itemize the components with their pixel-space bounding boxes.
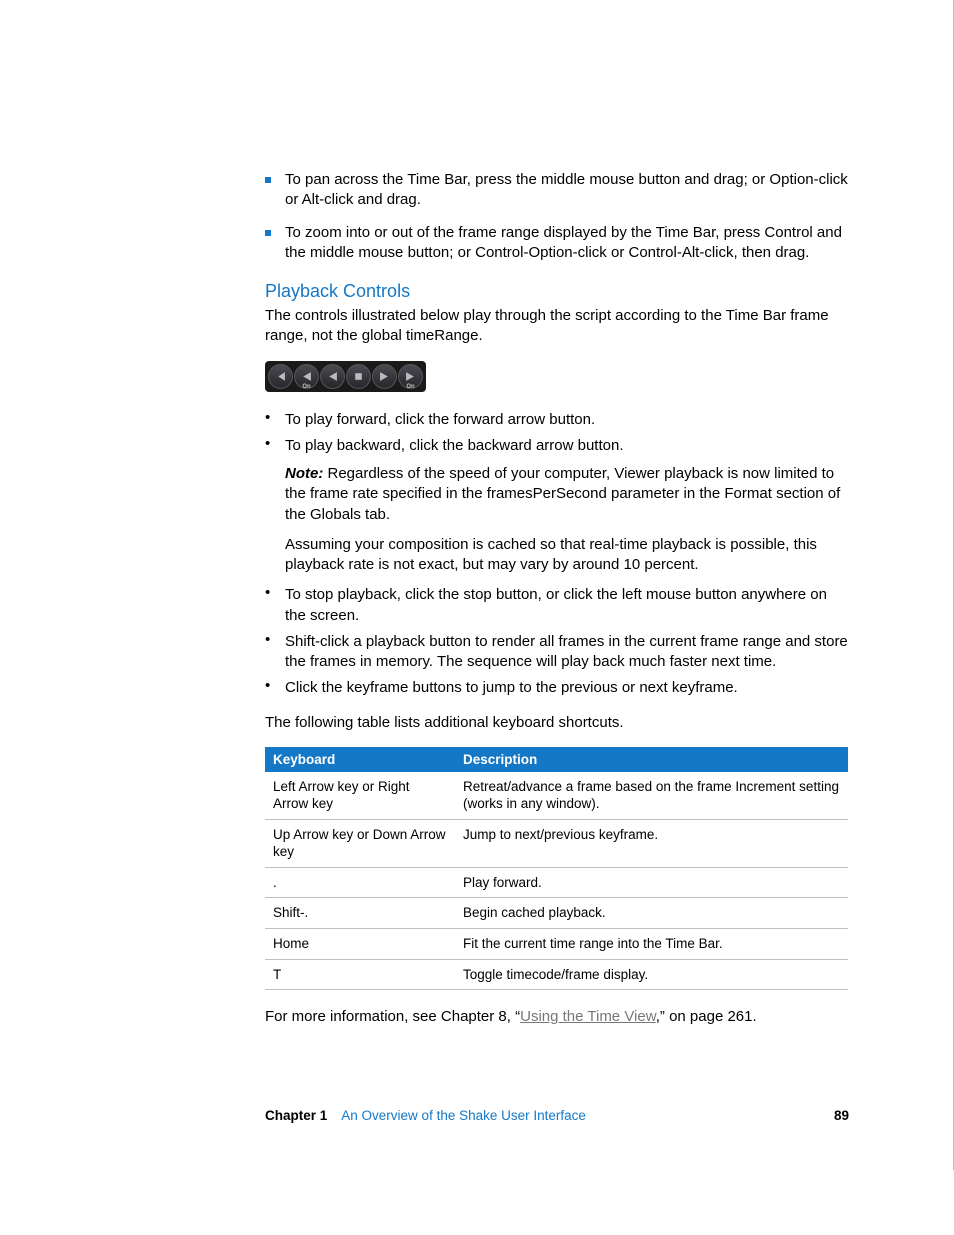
note-label: Note: <box>285 465 323 482</box>
cross-reference: For more information, see Chapter 8, “Us… <box>265 1008 848 1025</box>
cell-keyboard: Home <box>265 929 455 960</box>
table-row: Left Arrow key or Right Arrow key Retrea… <box>265 772 848 820</box>
bullet-text: To stop playback, click the stop button,… <box>285 585 848 626</box>
dot-bullet-icon: • <box>265 677 271 698</box>
xref-post: ,” on page 261. <box>656 1008 757 1025</box>
table-row: T Toggle timecode/frame display. <box>265 959 848 990</box>
note-paragraph: Note: Regardless of the speed of your co… <box>285 464 848 525</box>
cell-description: Begin cached playback. <box>455 898 848 929</box>
dot-bullet-icon: • <box>265 631 271 673</box>
list-item: • To stop playback, click the stop butto… <box>265 585 848 626</box>
cell-description: Fit the current time range into the Time… <box>455 929 848 960</box>
intro-text: The controls illustrated below play thro… <box>265 306 848 347</box>
play-backward-cached-icon: On <box>294 364 319 389</box>
shortcuts-table: Keyboard Description Left Arrow key or R… <box>265 747 848 990</box>
table-header-description: Description <box>455 747 848 772</box>
play-forward-icon <box>372 364 397 389</box>
table-row: Shift-. Begin cached playback. <box>265 898 848 929</box>
bullet-text: To play forward, click the forward arrow… <box>285 410 595 430</box>
play-forward-cached-icon: On <box>398 364 423 389</box>
cell-keyboard: T <box>265 959 455 990</box>
table-row: Home Fit the current time range into the… <box>265 929 848 960</box>
list-item: • Shift-click a playback button to rende… <box>265 632 848 673</box>
play-backward-icon <box>320 364 345 389</box>
cell-keyboard: Up Arrow key or Down Arrow key <box>265 819 455 867</box>
footer-chapter: Chapter 1 <box>265 1108 327 1123</box>
on-label: On <box>302 384 310 390</box>
table-intro: The following table lists additional key… <box>265 713 848 733</box>
dot-bullet-icon: • <box>265 435 271 456</box>
section-heading: Playback Controls <box>265 281 848 302</box>
top-bullet-list: To pan across the Time Bar, press the mi… <box>265 170 848 263</box>
cell-description: Jump to next/previous keyframe. <box>455 819 848 867</box>
note-body: Regardless of the speed of your computer… <box>285 465 840 523</box>
cell-description: Play forward. <box>455 867 848 898</box>
instruction-list: • To play forward, click the forward arr… <box>265 410 848 699</box>
bullet-text: To pan across the Time Bar, press the mi… <box>285 170 848 211</box>
list-item: To zoom into or out of the frame range d… <box>265 223 848 264</box>
cell-keyboard: Left Arrow key or Right Arrow key <box>265 772 455 820</box>
playback-controls-image: On On <box>265 361 426 392</box>
list-item: • Click the keyframe buttons to jump to … <box>265 678 848 698</box>
bullet-text: To play backward, click the backward arr… <box>285 436 624 456</box>
assuming-paragraph: Assuming your composition is cached so t… <box>285 535 848 576</box>
prev-keyframe-icon <box>268 364 293 389</box>
bullet-text: Click the keyframe buttons to jump to th… <box>285 678 738 698</box>
dot-bullet-icon: • <box>265 409 271 430</box>
table-header-keyboard: Keyboard <box>265 747 455 772</box>
footer-title: An Overview of the Shake User Interface <box>341 1108 586 1123</box>
table-row: Up Arrow key or Down Arrow key Jump to n… <box>265 819 848 867</box>
cell-keyboard: . <box>265 867 455 898</box>
bullet-text: Shift-click a playback button to render … <box>285 632 848 673</box>
dot-bullet-icon: • <box>265 584 271 626</box>
cell-description: Toggle timecode/frame display. <box>455 959 848 990</box>
xref-pre: For more information, see Chapter 8, “ <box>265 1008 520 1025</box>
cell-keyboard: Shift-. <box>265 898 455 929</box>
list-item: • To play backward, click the backward a… <box>265 436 848 456</box>
page-footer: Chapter 1 An Overview of the Shake User … <box>265 1108 849 1123</box>
bullet-text: To zoom into or out of the frame range d… <box>285 223 848 264</box>
on-label: On <box>406 384 414 390</box>
stop-icon <box>346 364 371 389</box>
footer-page-number: 89 <box>834 1108 849 1123</box>
list-item: • To play forward, click the forward arr… <box>265 410 848 430</box>
xref-link[interactable]: Using the Time View <box>520 1008 656 1025</box>
square-bullet-icon <box>265 177 271 183</box>
table-row: . Play forward. <box>265 867 848 898</box>
cell-description: Retreat/advance a frame based on the fra… <box>455 772 848 820</box>
list-item: To pan across the Time Bar, press the mi… <box>265 170 848 211</box>
square-bullet-icon <box>265 230 271 236</box>
